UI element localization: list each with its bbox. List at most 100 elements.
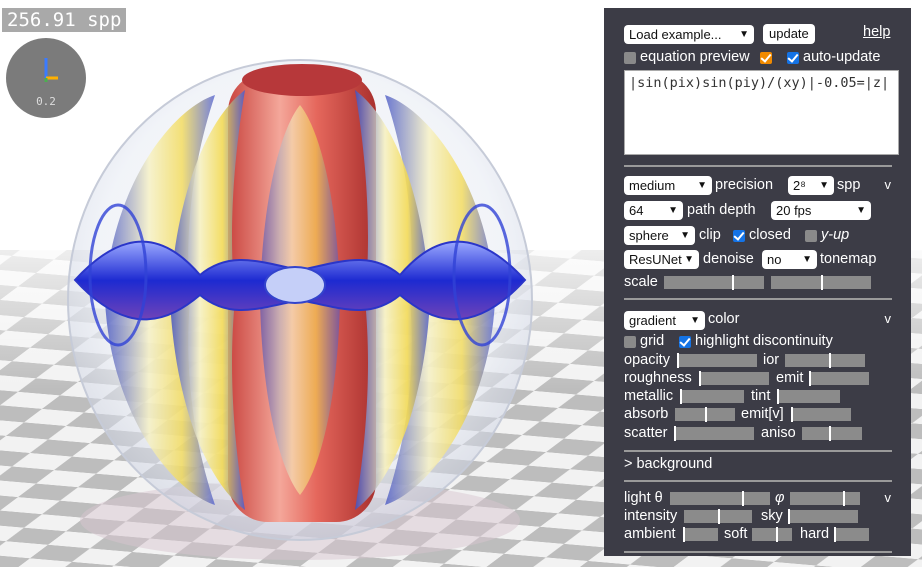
slider-thumb[interactable] [683,527,685,542]
slider-thumb[interactable] [742,491,744,506]
update-button[interactable]: update [763,24,815,44]
equation-input[interactable]: |sin(pix)sin(piy)/(xy)|-0.05=|z| [624,70,899,155]
intensity-slider[interactable] [684,509,752,524]
highlight-discontinuity-checkbox[interactable] [679,336,691,348]
slider-thumb[interactable] [777,389,779,404]
chevron-down-icon: ▼ [684,254,694,265]
slider-thumb[interactable] [705,407,707,422]
chevron-down-icon: ▼ [690,315,700,326]
chevron-down-icon: ▼ [819,180,829,191]
slider-thumb[interactable] [791,407,793,422]
ambient-label: ambient [624,526,676,542]
scale-slider[interactable] [664,275,764,290]
opacity-label: opacity [624,352,670,368]
grid-checkbox[interactable] [624,336,636,348]
sky-slider[interactable] [788,509,858,524]
chevron-down-icon: ▼ [802,254,812,265]
clip-value: sphere [629,228,669,243]
equation-preview-option-checkbox[interactable] [760,52,772,64]
divider [624,551,892,553]
help-link[interactable]: help [863,24,890,40]
opacity-slider[interactable] [677,353,757,368]
divider [624,165,892,167]
emit-slider[interactable] [809,371,869,386]
grid-label: grid [640,333,665,349]
roughness-label: roughness [624,370,692,386]
absorb-slider[interactable] [675,407,735,422]
light-theta-slider[interactable] [670,491,770,506]
slider-thumb[interactable] [821,275,823,290]
emit-label: emit [776,370,804,386]
load-example-select[interactable]: Load example... ▼ [624,25,754,44]
fps-value: 20 fps [776,203,812,218]
slider-thumb[interactable] [842,491,845,506]
material-section-toggle[interactable]: v [885,311,892,326]
ior-slider[interactable] [785,353,865,368]
equation-preview-label: equation preview [640,49,750,65]
clip-select[interactable]: sphere ▼ [624,226,695,245]
light-section-toggle[interactable]: v [885,490,892,505]
emit-v-label: emit[v] [741,406,784,422]
clip-label: clip [699,227,721,243]
chevron-down-icon: ▼ [739,29,749,40]
denoise-select[interactable]: ResUNet ▼ [624,250,699,269]
slider-thumb[interactable] [732,275,734,290]
axes-gizmo[interactable]: 0.2 [6,38,86,118]
scale-secondary-slider[interactable] [771,275,871,290]
tonemap-select[interactable]: no ▼ [762,250,817,269]
slider-thumb[interactable] [674,426,676,441]
tonemap-label: tonemap [820,251,877,267]
chevron-down-icon: ▼ [668,205,678,216]
axes-scale-label: 0.2 [36,95,56,108]
scale-label: scale [624,274,658,290]
ior-label: ior [763,352,780,368]
metallic-slider[interactable] [680,389,744,404]
spp-readout: 256.91 spp [2,8,127,32]
slider-thumb[interactable] [776,527,778,542]
light-phi-slider[interactable] [790,491,860,506]
slider-thumb[interactable] [829,353,831,368]
soft-slider[interactable] [752,527,792,542]
quality-select[interactable]: medium ▼ [624,176,712,195]
y-up-checkbox[interactable] [805,230,817,242]
quality-value: medium [629,178,676,193]
metallic-label: metallic [624,388,674,404]
color-select[interactable]: gradient ▼ [624,311,705,330]
background-section-toggle[interactable]: > background [624,456,712,472]
ambient-slider[interactable] [683,527,718,542]
spp-label: spp [837,177,861,193]
hard-label: hard [800,526,830,542]
slider-thumb[interactable] [699,371,701,386]
divider [624,298,892,300]
roughness-slider[interactable] [699,371,769,386]
auto-update-checkbox[interactable] [787,52,799,64]
y-up-label: y-up [821,227,850,243]
divider [624,450,892,452]
color-value: gradient [629,313,676,328]
slider-thumb[interactable] [809,371,811,386]
render-section-toggle[interactable]: v [885,177,892,192]
denoise-label: denoise [703,251,754,267]
scatter-slider[interactable] [674,426,754,441]
precision-label: precision [715,177,774,193]
tonemap-value: no [767,252,782,267]
slider-thumb[interactable] [677,353,679,368]
emit-v-slider[interactable] [791,407,851,422]
phi-label: φ [775,490,785,506]
slider-thumb[interactable] [680,389,682,404]
path-depth-value: 64 [629,203,644,218]
slider-thumb[interactable] [829,426,831,441]
fps-select[interactable]: 20 fps ▼ [771,201,871,220]
spp-select[interactable]: 2⁸ ▼ [788,176,834,195]
tint-slider[interactable] [777,389,840,404]
hard-slider[interactable] [834,527,869,542]
closed-checkbox[interactable] [733,230,745,242]
equation-preview-checkbox[interactable] [624,52,636,64]
slider-thumb[interactable] [834,527,836,542]
path-depth-select[interactable]: 64 ▼ [624,201,683,220]
chevron-down-icon: ▼ [680,230,690,241]
aniso-slider[interactable] [802,426,862,441]
chevron-down-icon: ▼ [856,205,866,216]
slider-thumb[interactable] [788,509,790,524]
slider-thumb[interactable] [718,509,720,524]
